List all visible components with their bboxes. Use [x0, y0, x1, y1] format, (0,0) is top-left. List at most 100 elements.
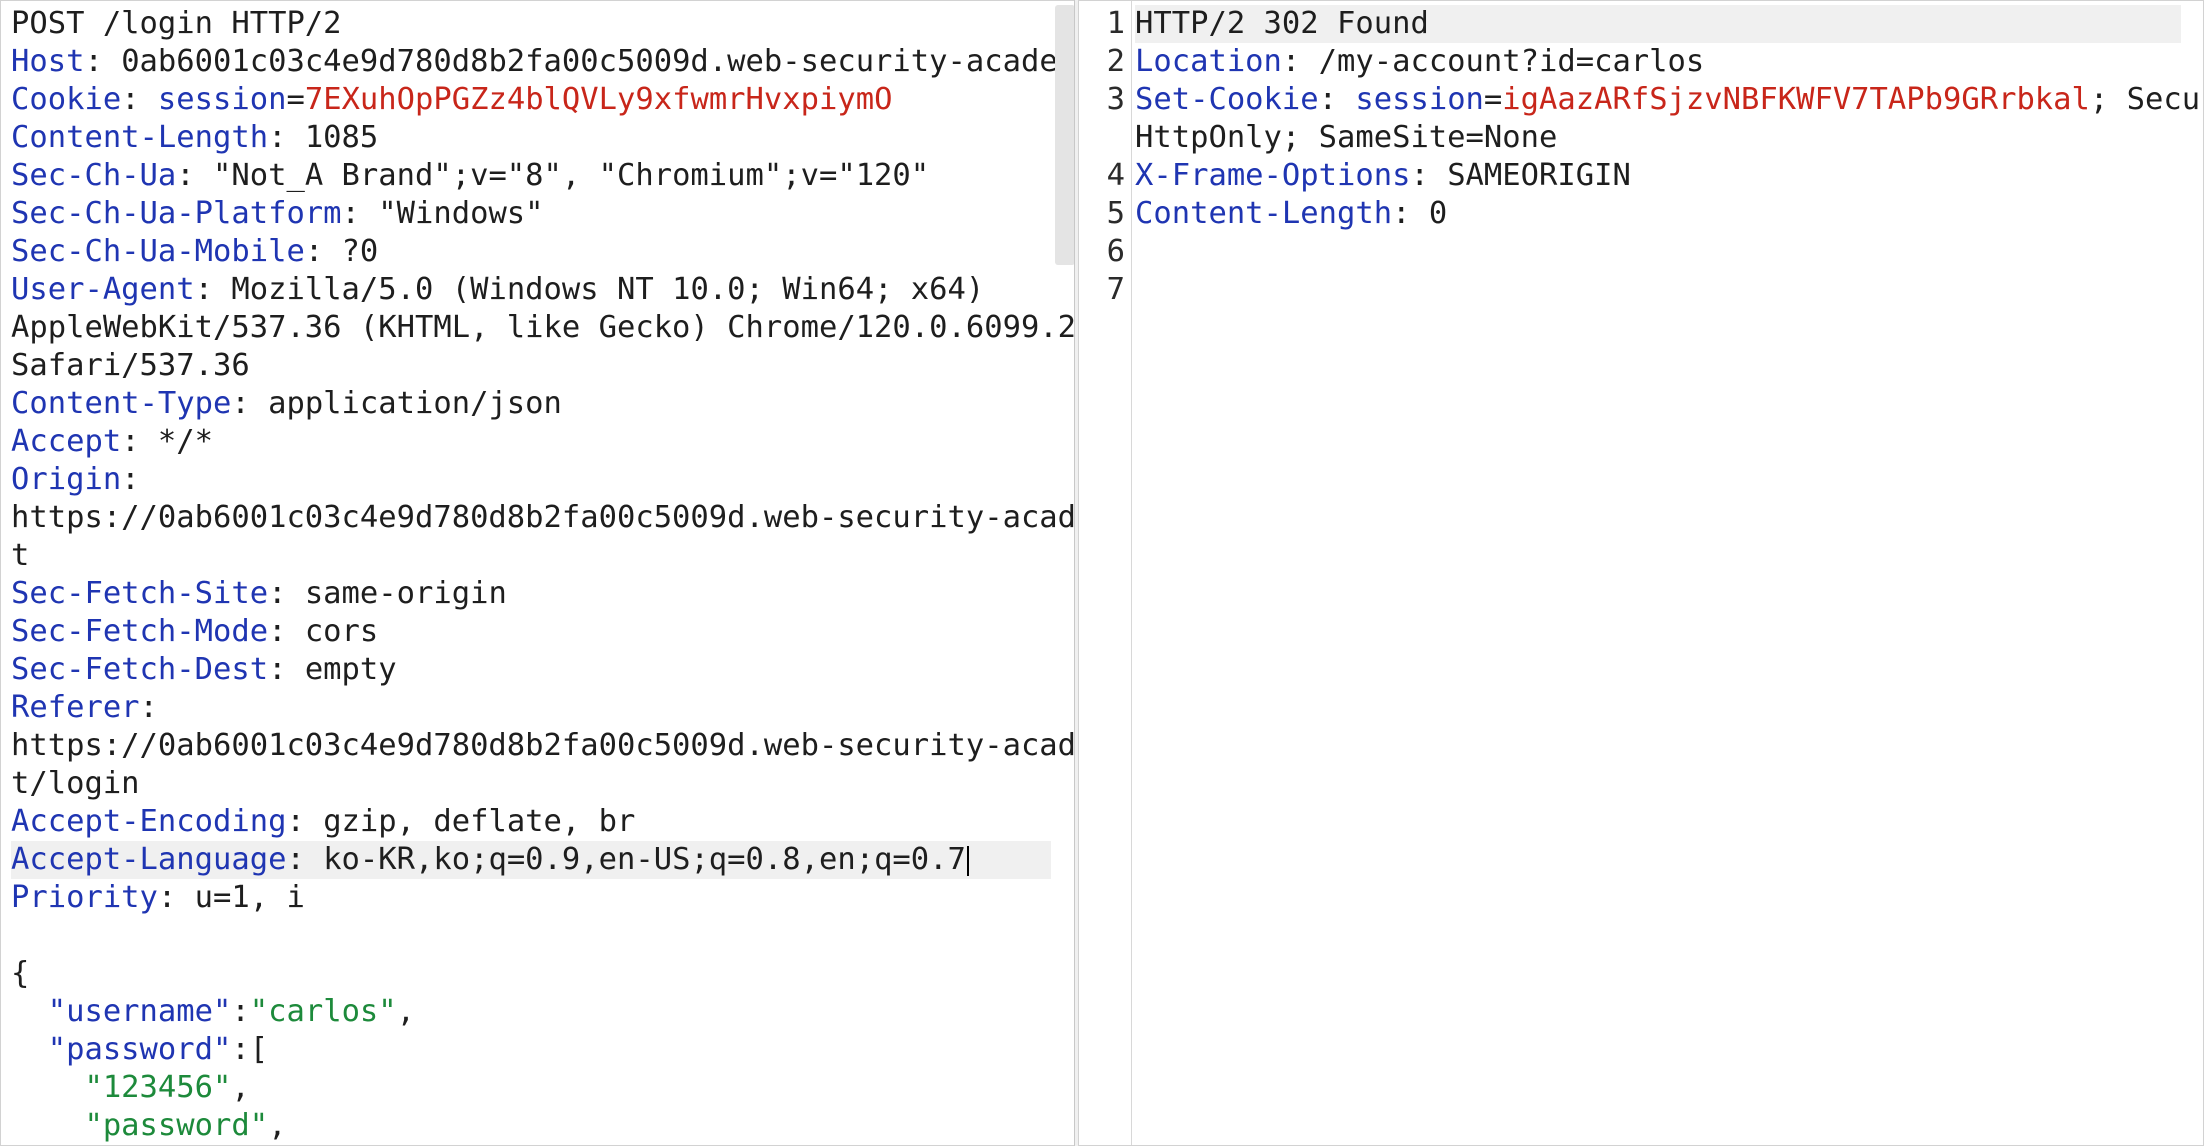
json-key-password: "password" — [47, 1032, 232, 1067]
header-value-user-agent: Mozilla/5.0 (Windows NT 10.0; Win64; x64… — [231, 272, 985, 307]
repeater-view: POST /login HTTP/2 Host: 0ab6001c03c4e9d7… — [0, 0, 2204, 1146]
header-line: Set-Cookie: session=igAazARfSjzvNBFKWFV7… — [1135, 81, 2203, 119]
line-number: 4 — [1106, 158, 1125, 193]
header-value-priority: u=1, i — [194, 880, 305, 915]
header-name-sec-fetch-site: Sec-Fetch-Site — [11, 576, 269, 611]
cookie-name: session — [1355, 82, 1484, 117]
line-number: 6 — [1106, 234, 1125, 269]
cookie-value: 7EXuhOpPGZz4blQVLy9xfwmrHvxpiymO — [304, 82, 893, 117]
line-number: 5 — [1106, 196, 1125, 231]
header-colon: : — [286, 842, 324, 877]
line-number: 3 — [1106, 82, 1125, 117]
header-line: Sec-Ch-Ua: "Not_A Brand";v="8", "Chromiu… — [11, 157, 1051, 195]
json-array-open: [ — [249, 1032, 269, 1067]
cookie-flags: ; Secure; — [2089, 82, 2203, 117]
json-body-line: "password", — [11, 1107, 1051, 1145]
json-body-line: "123456", — [11, 1069, 1051, 1107]
header-line: Sec-Fetch-Dest: empty — [11, 651, 1051, 689]
response-text[interactable]: HTTP/2 302 Found Location: /my-account?id… — [1135, 5, 2203, 309]
header-name-content-type: Content-Type — [11, 386, 232, 421]
header-value-accept: */* — [157, 424, 214, 459]
header-value-content-length: 1085 — [304, 120, 379, 155]
header-value-sec-fetch-site: same-origin — [304, 576, 507, 611]
header-name-origin: Origin — [11, 462, 122, 497]
header-colon: : — [139, 690, 177, 725]
header-line: User-Agent: Mozilla/5.0 (Windows NT 10.0… — [11, 271, 1051, 309]
header-value-accept-language: ko-KR,ko;q=0.9,en-US;q=0.8,en;q=0.7 — [323, 842, 966, 877]
header-continuation-line: https://0ab6001c03c4e9d780d8b2fa00c5009d… — [11, 727, 1077, 765]
header-colon: : — [341, 196, 379, 231]
request-line-text: POST /login HTTP/2 — [11, 6, 342, 41]
cookie-flags-continuation: HttpOnly; SameSite=None — [1135, 120, 1558, 155]
header-line: Cookie: session=7EXuhOpPGZz4blQVLy9xfwmr… — [11, 81, 1051, 119]
header-name-host: Host — [11, 44, 85, 79]
header-name-x-frame-options: X-Frame-Options — [1135, 158, 1411, 193]
header-value-sec-fetch-mode: cors — [304, 614, 379, 649]
request-text[interactable]: POST /login HTTP/2 Host: 0ab6001c03c4e9d7… — [11, 5, 1077, 1145]
json-colon: : — [231, 1032, 250, 1067]
header-value-continuation: AppleWebKit/537.36 (KHTML, like Gecko) C… — [11, 310, 1078, 345]
header-value-location: /my-account?id=carlos — [1318, 44, 1705, 79]
header-colon: : — [1281, 44, 1319, 79]
header-line: Accept-Encoding: gzip, deflate, br — [11, 803, 1051, 841]
header-continuation-line: t/login — [11, 765, 1051, 803]
line-number: 7 — [1106, 272, 1125, 307]
request-scrollbar[interactable] — [1055, 5, 1075, 265]
response-editor[interactable]: 123 4567 HTTP/2 302 Found Location: /my-ac… — [1078, 0, 2204, 1146]
text-caret — [966, 845, 969, 876]
header-line: Accept: */* — [11, 423, 1051, 461]
header-line: X-Frame-Options: SAMEORIGIN — [1135, 157, 2181, 195]
header-name-accept-encoding: Accept-Encoding — [11, 804, 287, 839]
header-value-sec-ch-ua-platform: "Windows" — [378, 196, 544, 231]
header-value-sec-fetch-dest: empty — [304, 652, 397, 687]
header-value-continuation: https://0ab6001c03c4e9d780d8b2fa00c5009d… — [11, 500, 1078, 535]
header-line: Referer: — [11, 689, 1051, 727]
header-line: Sec-Fetch-Site: same-origin — [11, 575, 1051, 613]
header-continuation-line: https://0ab6001c03c4e9d780d8b2fa00c5009d… — [11, 499, 1077, 537]
header-colon: : — [121, 424, 158, 459]
header-name-content-length: Content-Length — [1135, 196, 1393, 231]
header-colon: : — [1318, 82, 1356, 117]
json-body-line: "password":[ — [11, 1031, 1051, 1069]
header-name-sec-ch-ua-mobile: Sec-Ch-Ua-Mobile — [11, 234, 305, 269]
json-comma: , — [396, 994, 416, 1029]
json-comma: , — [268, 1108, 287, 1143]
header-continuation-line: HttpOnly; SameSite=None — [1135, 119, 2181, 157]
header-line: Accept-Language: ko-KR,ko;q=0.9,en-US;q=… — [11, 841, 1051, 879]
request-line: POST /login HTTP/2 — [11, 5, 1051, 43]
header-colon: : — [286, 804, 324, 839]
cookie-equals: = — [1483, 82, 1503, 117]
header-name-location: Location — [1135, 44, 1282, 79]
header-line: Sec-Ch-Ua-Mobile: ?0 — [11, 233, 1051, 271]
line-number — [1079, 119, 1125, 157]
json-colon: : — [231, 994, 250, 1029]
header-colon: : — [121, 82, 158, 117]
header-name-priority: Priority — [11, 880, 158, 915]
request-editor[interactable]: POST /login HTTP/2 Host: 0ab6001c03c4e9d7… — [0, 0, 1078, 1146]
header-name-content-length: Content-Length — [11, 120, 269, 155]
json-password-item: "password" — [84, 1108, 269, 1143]
header-name-user-agent: User-Agent — [11, 272, 195, 307]
header-name-cookie: Cookie — [11, 82, 122, 117]
header-colon: : — [268, 614, 305, 649]
header-colon: : — [176, 158, 213, 193]
header-value-continuation: t — [11, 538, 30, 573]
header-colon: : — [268, 652, 305, 687]
json-password-item: "123456" — [84, 1070, 232, 1105]
json-body-line: "username":"carlos", — [11, 993, 1051, 1031]
header-value-content-type: application/json — [268, 386, 562, 421]
header-line: Sec-Fetch-Mode: cors — [11, 613, 1051, 651]
header-value-x-frame-options: SAMEORIGIN — [1447, 158, 1631, 193]
header-name-sec-ch-ua: Sec-Ch-Ua — [11, 158, 177, 193]
header-value-continuation: t/login — [11, 766, 140, 801]
header-colon: : — [268, 576, 305, 611]
header-colon: : — [1392, 196, 1429, 231]
header-name-set-cookie: Set-Cookie — [1135, 82, 1319, 117]
header-continuation-line: t — [11, 537, 1051, 575]
header-continuation-line: Safari/537.36 — [11, 347, 1051, 385]
header-name-referer: Referer — [11, 690, 140, 725]
